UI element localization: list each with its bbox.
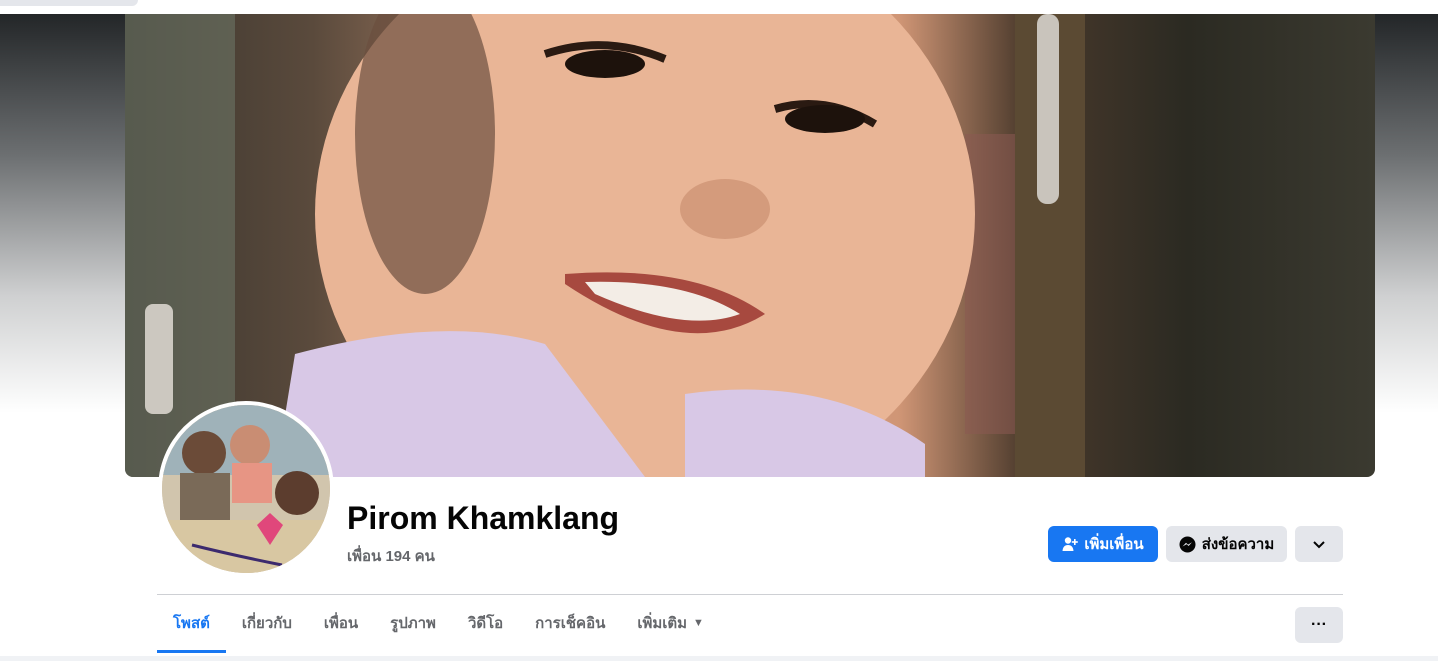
tab-label: เกี่ยวกับ [241,615,292,632]
person-add-icon [1062,536,1079,552]
tab-label: เพิ่มเติม [637,615,688,632]
tab-friends[interactable]: เพื่อน [308,596,374,653]
profile-tabs: โพสต์ เกี่ยวกับ เพื่อน รูปภาพ วิดีโอ การ… [157,596,720,656]
tab-label: โพสต์ [173,615,210,632]
caret-down-icon: ▼ [693,617,704,629]
more-dots-icon: ··· [1311,616,1327,633]
tab-label: การเช็คอิน [535,615,606,632]
profile-divider [157,594,1343,595]
profile-name: Pirom Khamklang [347,500,620,536]
cover-photo[interactable] [125,14,1375,477]
overflow-menu-button[interactable]: ··· [1295,607,1343,643]
cover-photo-illustration [125,14,1085,477]
avatar-image [162,405,330,573]
chevron-down-icon [1313,536,1325,553]
tab-about[interactable]: เกี่ยวกับ [226,596,308,653]
tab-label: เพื่อน [323,615,359,632]
tab-more[interactable]: เพิ่มเติม ▼ [621,596,720,653]
tab-label: วิดีโอ [467,615,504,632]
add-friend-label: เพิ่มเพื่อน [1084,536,1144,553]
friends-count[interactable]: เพื่อน 194 คน [347,544,435,568]
more-actions-button[interactable] [1295,526,1343,562]
top-bar [0,0,1438,14]
message-label: ส่งข้อความ [1201,536,1275,553]
message-button[interactable]: ส่งข้อความ [1166,526,1287,562]
tab-videos[interactable]: วิดีโอ [452,596,519,653]
feed-background [0,656,1438,661]
search-bar-edge[interactable] [0,0,138,6]
messenger-icon [1179,536,1196,553]
add-friend-button[interactable]: เพิ่มเพื่อน [1048,526,1158,562]
tab-photos[interactable]: รูปภาพ [374,596,452,653]
tab-check-ins[interactable]: การเช็คอิน [519,596,621,653]
tab-label: รูปภาพ [390,615,436,632]
tab-posts[interactable]: โพสต์ [157,596,226,653]
profile-avatar[interactable] [158,401,334,577]
